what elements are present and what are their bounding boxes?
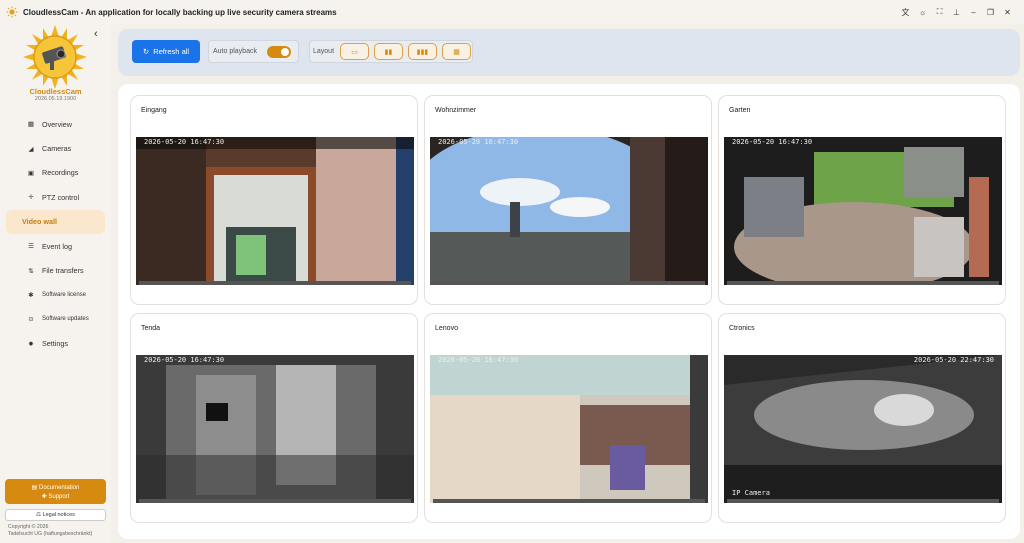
feed-progress[interactable] xyxy=(727,499,999,503)
documentation-support-button[interactable]: ▤ Documentation ✚ Support xyxy=(5,479,106,504)
camera-card: Ctronics 2026-05-20 22:47:30 IP Camera xyxy=(718,313,1006,523)
close-icon[interactable]: ✕ xyxy=(999,4,1016,20)
sleep-icon[interactable]: ☼ xyxy=(914,4,931,20)
camera-feed[interactable]: 2026-05-20 16:47:30 xyxy=(724,137,1002,285)
camera-feed[interactable]: 2026-05-20 16:47:30 xyxy=(430,355,708,503)
translate-icon[interactable]: 文 xyxy=(897,4,914,20)
feed-timestamp: 2026-05-20 16:47:30 xyxy=(438,138,519,146)
feed-progress[interactable] xyxy=(433,499,705,503)
grid-icon: ▦ xyxy=(27,121,35,129)
feed-progress[interactable] xyxy=(727,281,999,285)
camera-feed[interactable]: 2026-05-20 16:47:30 xyxy=(136,137,414,285)
sidebar-item-video-wall[interactable]: Video wall xyxy=(6,209,105,234)
camera-name: Lenovo xyxy=(435,325,458,332)
sidebar-item-cameras[interactable]: ◢ Cameras xyxy=(6,136,105,160)
book-icon: ▤ xyxy=(31,484,39,491)
camera-feed[interactable]: 2026-05-20 16:47:30 xyxy=(136,355,414,503)
sidebar-item-file-transfers[interactable]: ⇅ File transfers xyxy=(6,258,105,282)
sidebar-item-ptz-control[interactable]: ✛ PTZ control xyxy=(6,185,105,209)
camera-name: Tenda xyxy=(141,325,161,332)
copyright: Copyright © 2026 Tadelsucht UG (haftungs… xyxy=(8,524,93,537)
sidebar-item-software-license[interactable]: ✱ Software license xyxy=(6,283,105,307)
camera-name: Eingang xyxy=(141,107,167,114)
support-link[interactable]: ✚ Support xyxy=(42,493,70,500)
feed-timestamp: 2026-05-20 16:47:30 xyxy=(438,356,519,364)
gear-icon: ✹ xyxy=(28,340,34,348)
feed-timestamp: 2026-05-20 16:47:30 xyxy=(732,138,813,146)
list-icon: ☰ xyxy=(28,243,34,251)
move-icon: ✛ xyxy=(28,194,34,202)
sidebar-item-recordings[interactable]: ▣ Recordings xyxy=(6,161,105,185)
transfer-icon: ⇅ xyxy=(28,267,34,275)
sidebar-item-overview[interactable]: ▦ Overview xyxy=(6,112,105,136)
feed-progress[interactable] xyxy=(139,281,411,285)
two-view-icon[interactable]: ▮▮ xyxy=(374,43,403,60)
app-logo xyxy=(23,25,87,89)
camera-card: Wohnzimmer 2026-05-20 16:47:30 xyxy=(424,95,712,305)
sidebar: ‹ CloudlessCam 2026.05.19.1900 ▦ Overvie… xyxy=(0,24,111,543)
chevron-left-icon[interactable]: ‹ xyxy=(94,28,98,40)
title-bar: CloudlessCam - An application for locall… xyxy=(0,0,1024,24)
camera-icon: ◢ xyxy=(28,145,34,153)
window-title: CloudlessCam - An application for locall… xyxy=(23,7,337,17)
sidebar-nav: ▦ Overview ◢ Cameras ▣ Recordings ✛ PTZ … xyxy=(6,112,105,356)
single-view-icon[interactable]: ▭ xyxy=(340,43,369,60)
feed-progress[interactable] xyxy=(433,281,705,285)
feed-progress[interactable] xyxy=(139,499,411,503)
license-icon: ✱ xyxy=(28,291,34,299)
auto-playback-control: Auto playback xyxy=(208,40,299,63)
brand-name: CloudlessCam xyxy=(29,87,82,96)
pin-icon[interactable]: ⊥ xyxy=(948,4,965,20)
layout-label: Layout xyxy=(313,48,335,55)
camera-feed[interactable]: 2026-05-20 22:47:30 IP Camera xyxy=(724,355,1002,503)
sidebar-item-settings[interactable]: ✹ Settings xyxy=(6,332,105,356)
camera-card: Garten 2026-05-20 16:47:30 xyxy=(718,95,1006,305)
camera-name: Garten xyxy=(729,107,751,114)
restore-icon[interactable]: ❐ xyxy=(982,4,999,20)
camera-name: Ctronics xyxy=(729,325,755,332)
auto-playback-label: Auto playback xyxy=(213,48,257,55)
three-view-icon[interactable]: ▮▮▮ xyxy=(408,43,437,60)
sidebar-item-software-updates[interactable]: ⊙ Software updates xyxy=(6,307,105,331)
camera-feed[interactable]: 2026-05-20 16:47:30 xyxy=(430,137,708,285)
four-view-icon[interactable]: ▦ xyxy=(442,43,471,60)
minimize-icon[interactable]: – xyxy=(965,4,982,20)
feed-timestamp: 2026-05-20 16:47:30 xyxy=(144,138,225,146)
video-wall: Eingang 2026-05-20 16:47:30 Wohnzimmer 2… xyxy=(118,84,1020,539)
layout-selector: Layout ▭ ▮▮ ▮▮▮ ▦ xyxy=(309,40,473,63)
refresh-icon: ↻ xyxy=(142,47,150,56)
feed-timestamp: 2026-05-20 16:47:30 xyxy=(144,356,225,364)
feed-overlay-label: IP Camera xyxy=(732,489,770,497)
documentation-link[interactable]: ▤ Documentation xyxy=(32,484,80,491)
camera-name: Wohnzimmer xyxy=(435,107,477,114)
app-version: 2026.05.19.1900 xyxy=(34,96,77,102)
sidebar-item-event-log[interactable]: ☰ Event log xyxy=(6,234,105,258)
camera-card: Tenda 2026-05-20 16:47:30 xyxy=(130,313,418,523)
refresh-all-button[interactable]: ↻ Refresh all xyxy=(132,40,200,63)
camera-card: Lenovo 2026-05-20 16:47:30 xyxy=(424,313,712,523)
legal-notices-button[interactable]: ⚖ Legal notices xyxy=(5,509,106,521)
feed-timestamp: 2026-05-20 22:47:30 xyxy=(913,356,994,364)
fullscreen-icon[interactable]: ⛶ xyxy=(931,4,948,20)
camera-card: Eingang 2026-05-20 16:47:30 xyxy=(130,95,418,305)
recording-icon: ▣ xyxy=(27,169,35,177)
sun-icon xyxy=(6,6,18,18)
video-wall-toolbar: ↻ Refresh all Auto playback Layout ▭ ▮▮ … xyxy=(118,29,1020,76)
auto-playback-toggle[interactable] xyxy=(267,46,291,58)
update-icon: ⊙ xyxy=(28,316,34,324)
